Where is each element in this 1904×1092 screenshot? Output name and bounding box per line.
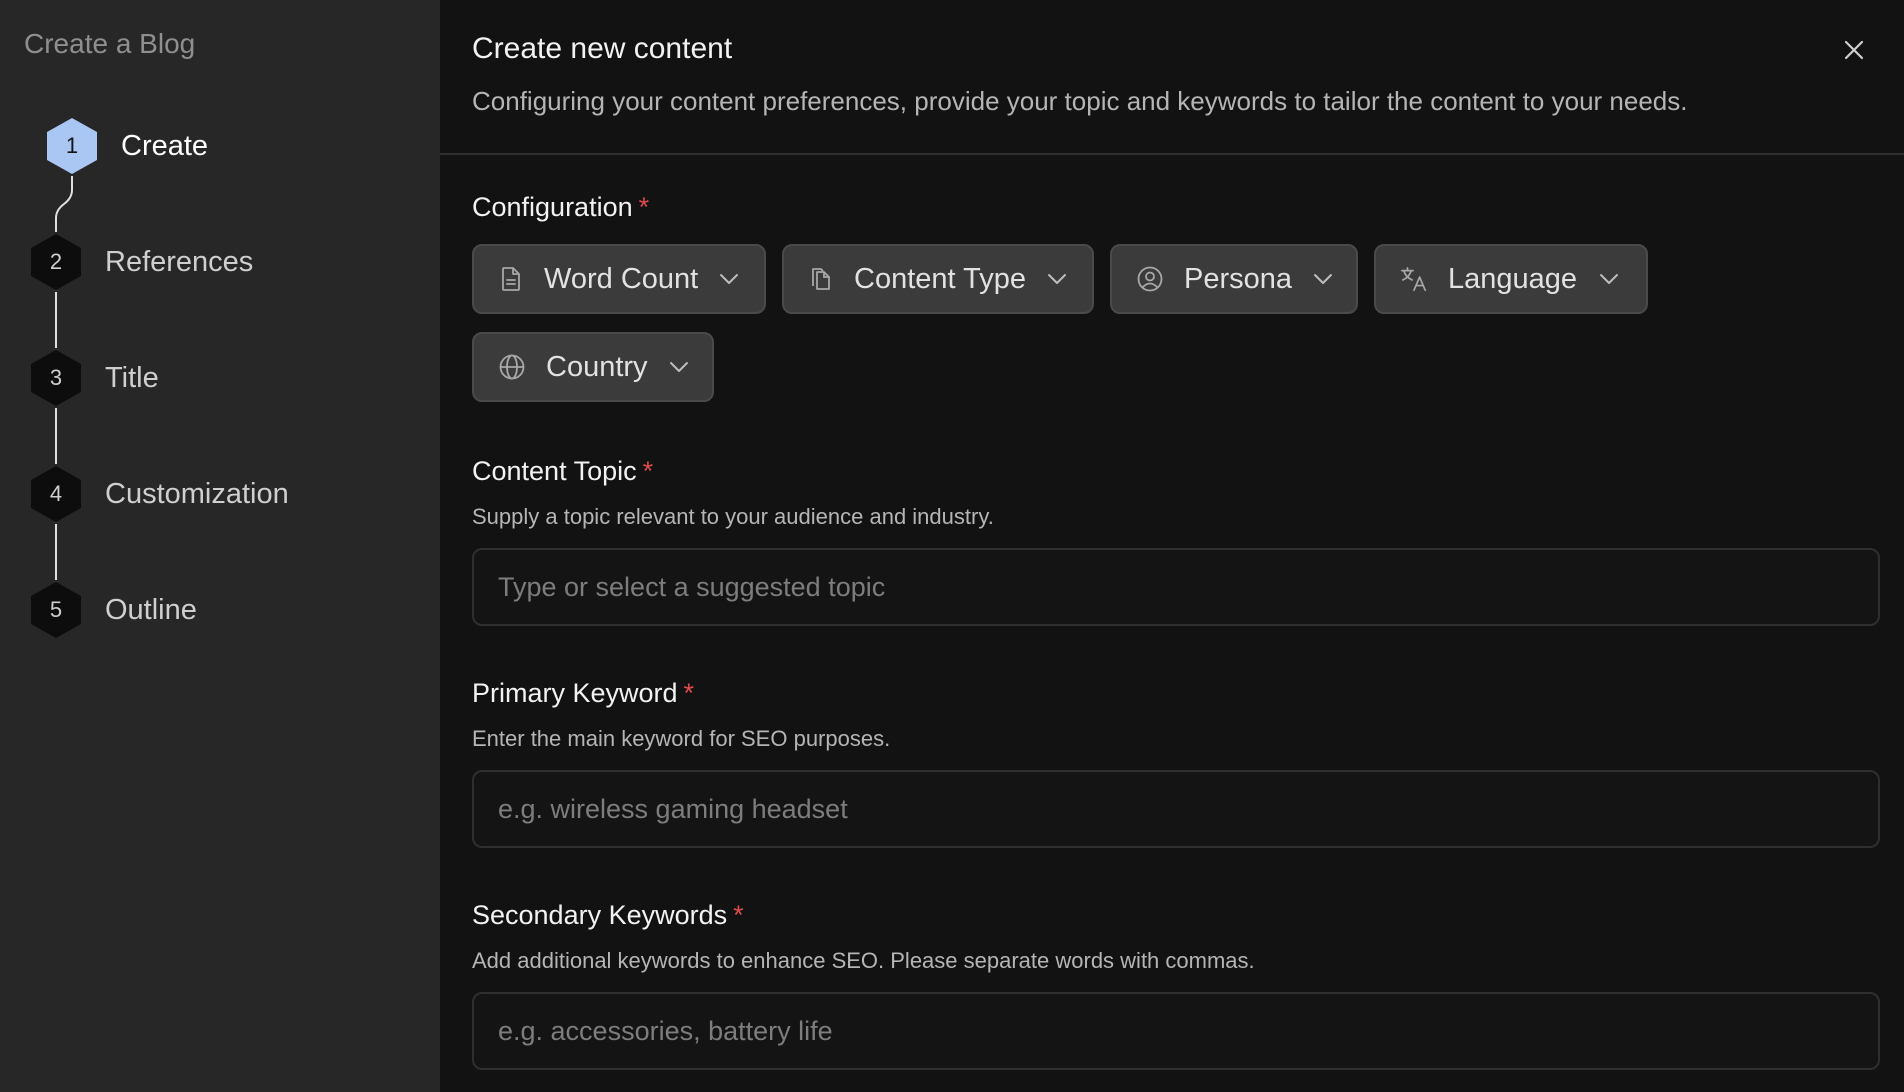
copy-icon: [808, 265, 834, 293]
configuration-label: Configuration *: [472, 192, 649, 223]
header-divider: [440, 153, 1904, 155]
step-label: Create: [121, 129, 209, 162]
secondary-keywords-help: Add additional keywords to enhance SEO. …: [472, 948, 1255, 973]
step-title[interactable]: 3 Title: [31, 350, 159, 406]
section-label-text: Primary Keyword: [472, 678, 678, 708]
page-subtitle: Configuring your content preferences, pr…: [472, 86, 1688, 116]
primary-keyword-help: Enter the main keyword for SEO purposes.: [472, 726, 891, 751]
content-type-dropdown[interactable]: Content Type: [782, 244, 1094, 314]
required-mark: *: [683, 678, 695, 708]
word-count-dropdown[interactable]: Word Count: [472, 244, 766, 314]
step-references[interactable]: 2 References: [31, 234, 253, 290]
step-label: References: [105, 245, 254, 278]
step-label: Customization: [105, 477, 289, 510]
chevron-down-icon: [1046, 267, 1068, 291]
step-outline[interactable]: 5 Outline: [31, 582, 197, 638]
step-label: Outline: [105, 593, 197, 626]
content-topic-help: Supply a topic relevant to your audience…: [472, 504, 994, 529]
primary-keyword-label: Primary Keyword *: [472, 678, 694, 709]
dropdown-label: Persona: [1184, 262, 1293, 295]
step-connector: [55, 408, 57, 464]
section-label-text: Configuration: [472, 192, 633, 222]
step-create[interactable]: 1 Create: [47, 118, 208, 174]
sidebar-title: Create a Blog: [24, 28, 196, 59]
section-label-text: Secondary Keywords: [472, 900, 728, 930]
step-connector: [55, 176, 73, 232]
required-mark: *: [642, 456, 654, 486]
dropdown-label: Country: [546, 350, 648, 383]
page-title: Create new content: [472, 32, 733, 65]
required-mark: *: [733, 900, 744, 930]
chevron-down-icon: [718, 267, 740, 291]
step-customization[interactable]: 4 Customization: [31, 466, 289, 522]
close-icon: [1844, 40, 1864, 60]
content-topic-input[interactable]: [472, 548, 1880, 626]
document-icon: [498, 265, 524, 293]
step-connector: [55, 292, 57, 348]
main-panel: Create new content Configuring your cont…: [440, 0, 1904, 1092]
required-mark: *: [638, 192, 650, 222]
step-label: Title: [105, 361, 159, 394]
secondary-keywords-label: Secondary Keywords *: [472, 900, 744, 931]
language-dropdown[interactable]: Language: [1374, 244, 1648, 314]
dropdown-label: Content Type: [854, 262, 1026, 295]
step-number-badge: 3: [31, 350, 81, 406]
step-number-badge: 2: [31, 234, 81, 290]
content-topic-label: Content Topic *: [472, 456, 653, 487]
persona-dropdown[interactable]: Persona: [1110, 244, 1358, 314]
close-button[interactable]: [1838, 34, 1870, 66]
chevron-down-icon: [1597, 267, 1621, 291]
user-circle-icon: [1136, 265, 1164, 293]
chevron-down-icon: [1312, 267, 1334, 291]
wizard-sidebar: Create a Blog 1 Create 2 References 3 Ti…: [0, 0, 440, 1092]
step-connector: [55, 524, 57, 580]
primary-keyword-input[interactable]: [472, 770, 1880, 848]
secondary-keywords-input[interactable]: [472, 992, 1880, 1070]
section-label-text: Content Topic: [472, 456, 637, 486]
dropdown-label: Word Count: [544, 262, 699, 295]
step-number-badge: 1: [47, 118, 97, 174]
chevron-down-icon: [668, 355, 690, 379]
translate-icon: [1400, 265, 1428, 293]
dropdown-label: Language: [1448, 262, 1578, 295]
country-dropdown[interactable]: Country: [472, 332, 714, 402]
step-number-badge: 5: [31, 582, 81, 638]
step-number-badge: 4: [31, 466, 81, 522]
globe-icon: [498, 353, 526, 381]
